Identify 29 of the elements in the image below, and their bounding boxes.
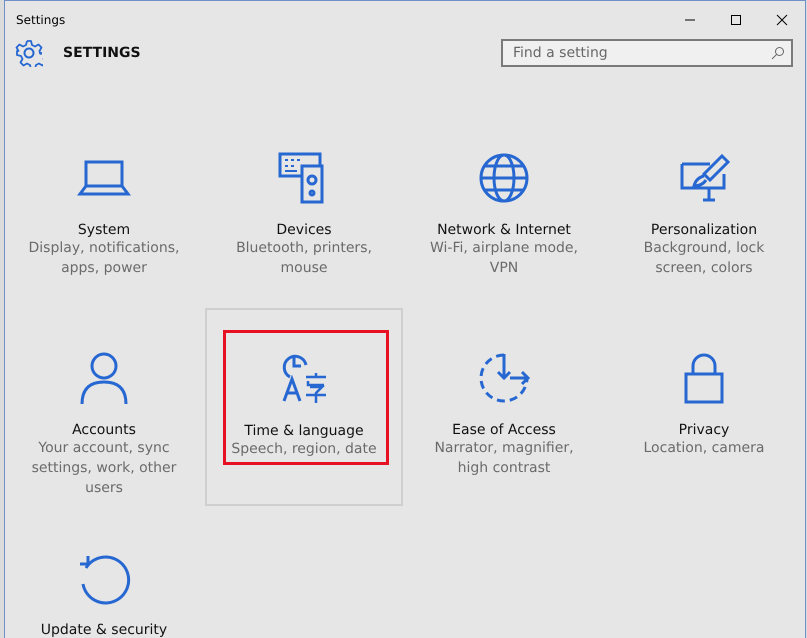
category-description: Bluetooth, printers, mouse [235, 239, 373, 278]
category-title: Accounts [72, 422, 136, 438]
settings-category[interactable]: Update & security [5, 508, 203, 638]
settings-category[interactable]: Time & language Speech, region, date [205, 308, 403, 506]
settings-category[interactable]: Devices Bluetooth, printers, mouse [205, 108, 403, 306]
category-title: Network & Internet [437, 222, 571, 238]
settings-category[interactable]: System Display, notifications, apps, power [5, 108, 203, 306]
category-title: Personalization [650, 222, 758, 238]
window-title: Settings [16, 13, 66, 27]
category-title: System [78, 222, 130, 238]
category-description: Wi-Fi, airplane mode, VPN [429, 239, 579, 278]
category-description: Background, lock screen, colors [642, 239, 766, 278]
settings-category[interactable]: Accounts Your account, sync settings, work, other users [5, 308, 203, 506]
search-field[interactable]: Find a setting [501, 39, 793, 67]
category-description: Your account, sync settings, work, other users [30, 439, 178, 498]
category-title: Devices [276, 222, 332, 238]
category-description: Speech, region, date [230, 440, 378, 459]
settings-category[interactable]: Privacy Location, camera [605, 308, 803, 506]
settings-category[interactable]: Personalization Background, lock screen, colors [605, 108, 803, 306]
page-title: SETTINGS [63, 45, 142, 61]
category-description: Location, camera [642, 439, 766, 458]
settings-category[interactable]: Ease of Access Narrator, magnifier, high contrast [405, 308, 603, 506]
category-title: Update & security [40, 622, 168, 638]
category-title: Time & language [244, 423, 364, 439]
settings-category[interactable]: Network & Internet Wi-Fi, airplane mode, VPN [405, 108, 603, 306]
category-description: Narrator, magnifier, high contrast [433, 439, 575, 478]
category-title: Privacy [678, 422, 730, 438]
category-description: Display, notifications, apps, power [28, 239, 180, 278]
category-title: Ease of Access [452, 422, 556, 438]
